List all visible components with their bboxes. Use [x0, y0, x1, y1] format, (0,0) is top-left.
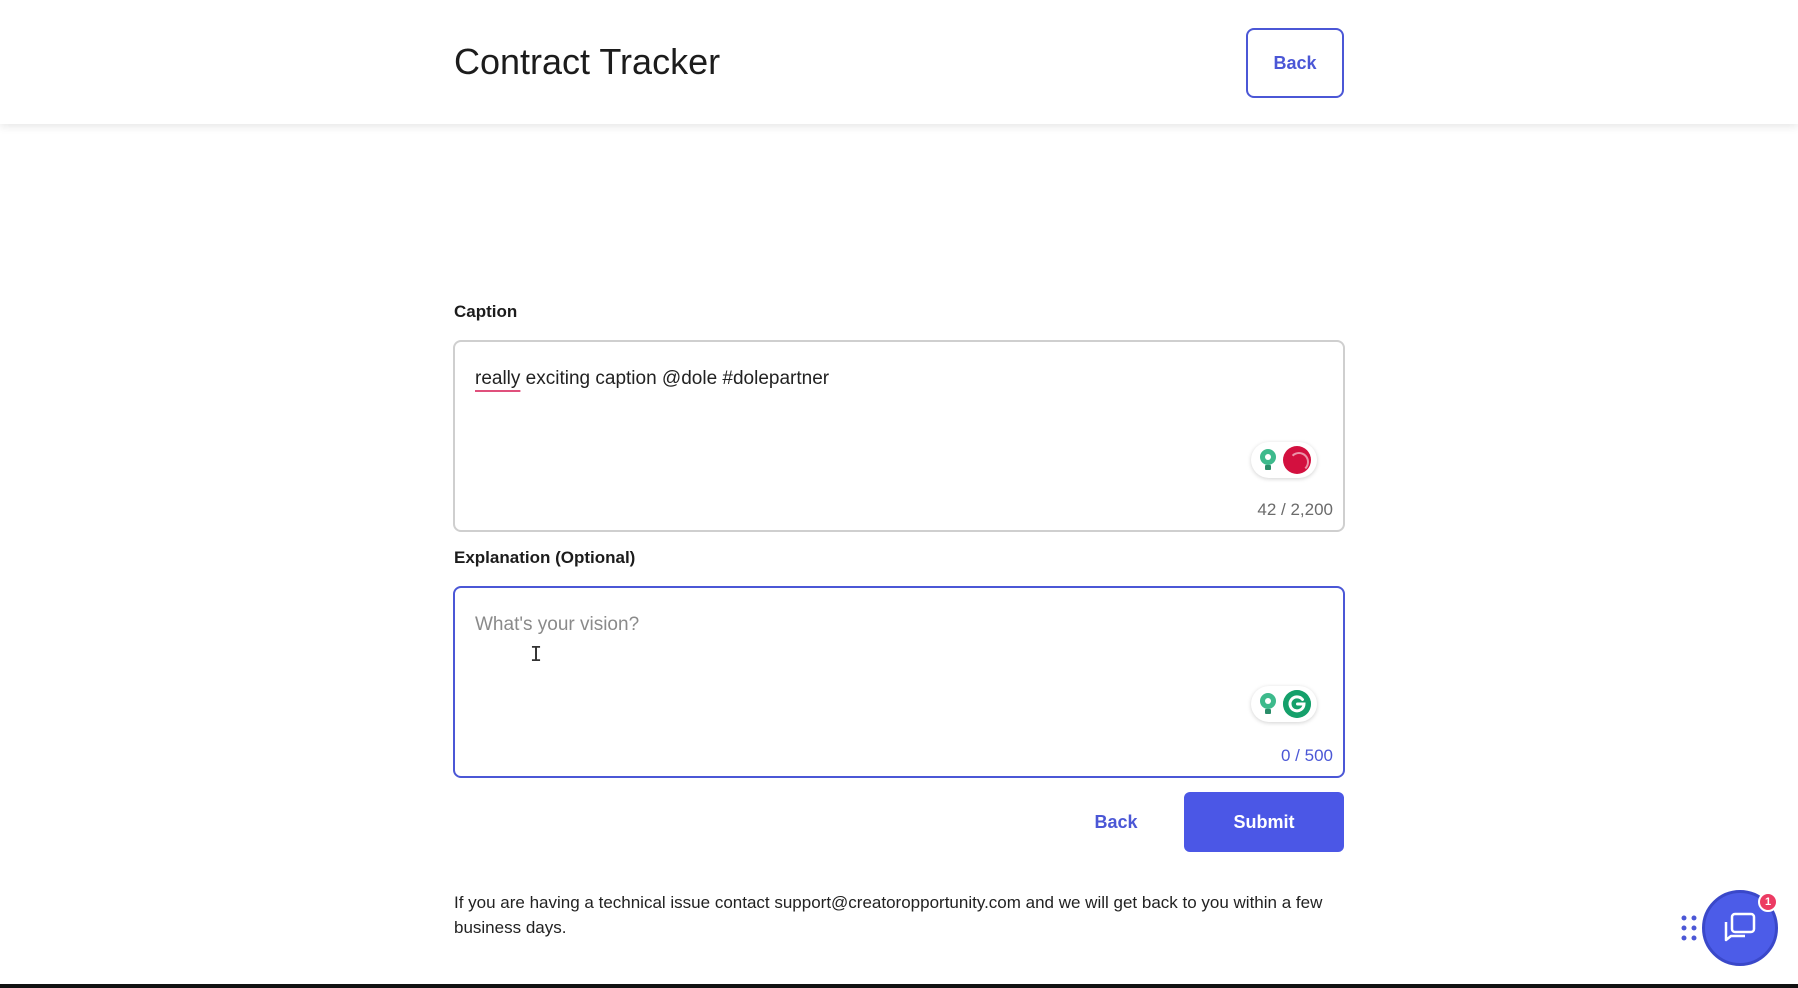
submit-button[interactable]: Submit	[1184, 792, 1344, 852]
caption-text: really exciting caption @dole #dolepartn…	[475, 368, 829, 390]
text-cursor-icon: I	[530, 642, 543, 666]
grammarly-g-icon[interactable]	[1283, 690, 1311, 718]
header-back-button[interactable]: Back	[1246, 28, 1344, 98]
back-button[interactable]: Back	[1060, 792, 1172, 852]
chat-icon	[1724, 912, 1756, 942]
support-help-text: If you are having a technical issue cont…	[454, 893, 1323, 937]
grammarly-alert-icon[interactable]	[1283, 446, 1311, 474]
grid-dots-icon[interactable]	[1680, 914, 1698, 942]
chat-notification-badge: 1	[1758, 892, 1778, 912]
page-title: Contract Tracker	[454, 41, 721, 82]
caption-label: Caption	[454, 302, 518, 321]
grammarly-widget[interactable]	[1251, 686, 1317, 722]
bottom-edge-bar	[0, 984, 1798, 988]
explanation-label: Explanation (Optional)	[454, 548, 636, 567]
lightbulb-icon	[1260, 449, 1276, 470]
caption-textarea[interactable]: really exciting caption @dole #dolepartn…	[453, 340, 1345, 532]
caption-rest-text: exciting caption @dole #dolepartner	[520, 368, 830, 389]
lightbulb-icon	[1260, 693, 1276, 714]
explanation-placeholder: What's your vision?	[475, 614, 640, 635]
caption-char-count: 42 / 2,200	[1257, 500, 1333, 519]
explanation-textarea[interactable]: What's your vision? 0 / 500	[453, 586, 1345, 778]
explanation-char-count: 0 / 500	[1281, 746, 1333, 765]
page-header: Contract Tracker Back	[0, 0, 1798, 124]
caption-first-word: really	[475, 368, 521, 389]
grammarly-widget[interactable]	[1251, 442, 1317, 478]
